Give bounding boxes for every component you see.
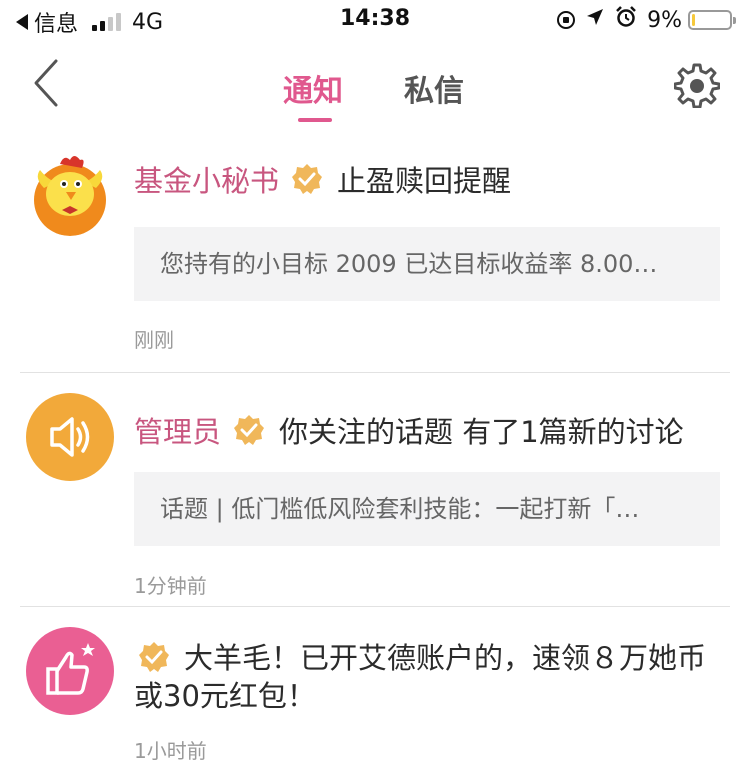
notification-header: 基金小秘书 止盈赎回提醒 (134, 158, 511, 200)
notification-header: 大羊毛！已开艾德账户的，速领８万她币或30元红包！ (134, 639, 724, 715)
alarm-icon (615, 6, 637, 34)
location-icon (585, 7, 605, 33)
verified-badge-icon (234, 415, 265, 445)
status-bar: 信息 4G 14:38 9% (0, 0, 750, 40)
promo-avatar[interactable] (26, 627, 114, 715)
notification-title: 你关注的话题 有了1篇新的讨论 (279, 415, 684, 449)
settings-gear-icon[interactable] (674, 62, 720, 108)
sender-name[interactable]: 基金小秘书 (134, 158, 279, 200)
verified-badge-icon (292, 164, 323, 194)
nav-bar: 通知 私信 (0, 40, 750, 130)
notification-preview[interactable]: 您持有的小目标 2009 已达目标收益率 8.00… (134, 227, 720, 301)
battery-percent: 9% (647, 7, 682, 33)
admin-avatar[interactable] (26, 393, 114, 481)
tab-private-messages[interactable]: 私信 (404, 66, 464, 110)
divider (20, 606, 730, 607)
rotation-lock-icon (557, 11, 576, 29)
status-right: 9% (547, 6, 736, 34)
back-chevron-icon[interactable] (30, 58, 70, 108)
thumbs-up-icon (46, 643, 95, 695)
tab-notifications[interactable]: 通知 (283, 66, 343, 110)
speaker-icon (50, 417, 90, 457)
fund-assistant-avatar[interactable] (26, 148, 114, 236)
notification-header: 管理员 你关注的话题 有了1篇新的讨论 (134, 409, 684, 451)
notification-title: 止盈赎回提醒 (337, 164, 512, 198)
notification-time: 刚刚 (134, 328, 174, 352)
tab-active-indicator (298, 118, 332, 122)
notification-preview[interactable]: 话题 | 低门槛低风险套利技能：一起打新「… (134, 472, 720, 546)
battery-level (692, 14, 695, 26)
battery-icon (688, 10, 736, 30)
verified-badge-icon (139, 642, 169, 672)
divider (20, 372, 730, 373)
sender-name[interactable]: 管理员 (134, 409, 221, 451)
notification-title: 大羊毛！已开艾德账户的，速领８万她币或30元红包！ (134, 641, 707, 713)
notification-time: 1分钟前 (134, 574, 207, 598)
